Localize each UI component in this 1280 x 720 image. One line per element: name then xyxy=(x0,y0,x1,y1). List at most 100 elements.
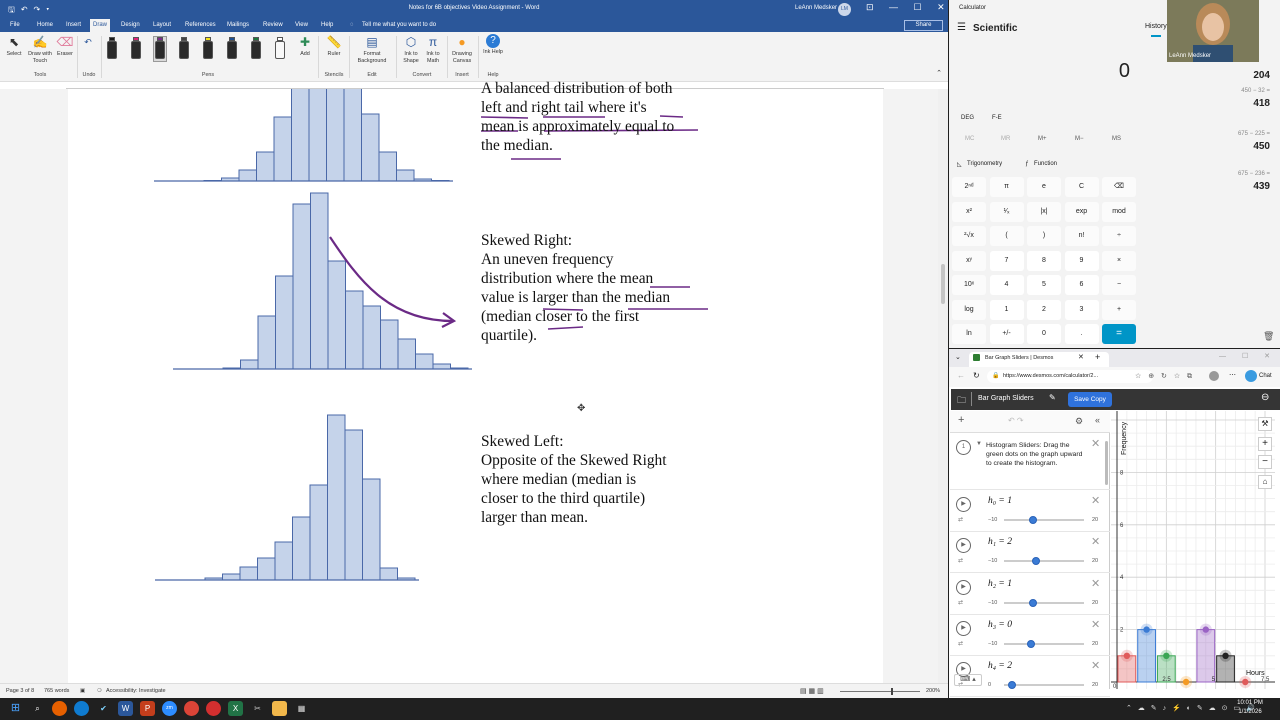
slider-min[interactable]: −10 xyxy=(988,600,997,606)
page-count[interactable]: Page 3 of 8 xyxy=(6,688,34,694)
delete-icon[interactable]: ✕ xyxy=(1091,659,1100,672)
wrench-icon[interactable]: ⚒ xyxy=(1258,417,1272,431)
tab-review[interactable]: Review xyxy=(260,21,286,29)
undo-icon[interactable]: ↶ ↷ xyxy=(1008,416,1024,425)
calc-key[interactable]: ( xyxy=(989,226,1024,246)
back-icon[interactable]: ← xyxy=(957,371,965,380)
snipping-tool-icon[interactable]: ✂ xyxy=(250,701,265,716)
zoom-in-icon[interactable]: + xyxy=(1258,437,1272,451)
delete-icon[interactable]: ✕ xyxy=(1091,577,1100,590)
word-icon[interactable]: W xyxy=(118,701,133,716)
tab-draw[interactable]: Draw xyxy=(90,19,111,32)
view-mode-icons[interactable]: ▤ ▦ ▥ xyxy=(800,687,824,695)
more-icon[interactable]: ⋯ xyxy=(1229,371,1236,379)
history-result[interactable]: 450 xyxy=(1189,141,1270,152)
calc-key[interactable]: e xyxy=(1027,177,1061,197)
zoom-level[interactable]: 200% xyxy=(926,688,940,694)
menu-icon[interactable]: ☰ xyxy=(957,22,966,33)
calc-key[interactable]: 0 xyxy=(1027,324,1061,344)
calc-key[interactable]: 3 xyxy=(1064,299,1099,320)
document-page[interactable]: A balanced distribution of both left and … xyxy=(68,80,883,683)
save-copy-button[interactable]: Save Copy xyxy=(1068,392,1112,407)
profile-icon[interactable] xyxy=(1209,371,1219,381)
ink-to-math-button[interactable]: π Ink to Math xyxy=(422,34,444,65)
calc-key[interactable]: x² xyxy=(952,201,986,222)
calc-key[interactable]: n! xyxy=(1064,226,1099,246)
search-icon[interactable]: ⌕ xyxy=(30,701,45,716)
powerpoint-icon[interactable]: P xyxy=(140,701,155,716)
zoom-slider[interactable] xyxy=(840,691,920,692)
slider-track[interactable] xyxy=(1004,639,1084,648)
calc-key[interactable]: . xyxy=(1064,324,1099,344)
format-background-button[interactable]: ▤ Format Background xyxy=(352,34,392,65)
proofing-icon[interactable]: ▣ xyxy=(80,688,85,694)
history-expression[interactable]: 675 − 225 = xyxy=(1189,131,1270,137)
calc-key[interactable]: − xyxy=(1102,275,1136,295)
slider-expression[interactable]: ▶ ⇄ h₂ = 1 ✕ −10 20 xyxy=(950,574,1110,615)
calc-key[interactable]: 4 xyxy=(989,275,1024,295)
slider-label[interactable]: h₂ = 1 xyxy=(988,579,1012,589)
slider-min[interactable]: −10 xyxy=(988,517,997,523)
tab-references[interactable]: References xyxy=(182,21,219,29)
url-text[interactable]: https://www.desmos.com/calculator/2... xyxy=(1003,373,1098,379)
slider-max[interactable]: 20 xyxy=(1092,517,1098,523)
pen-3[interactable] xyxy=(153,36,167,62)
tab-actions-icon[interactable]: ⌄ xyxy=(955,353,961,361)
zoom-app-icon[interactable]: zm xyxy=(162,701,177,716)
graph-title[interactable]: Bar Graph Sliders xyxy=(978,395,1034,402)
slider-expression[interactable]: ▶ ⇄ h₁ = 2 ✕ −10 20 xyxy=(950,532,1110,574)
pen-6[interactable] xyxy=(226,37,238,61)
history-tab[interactable]: History xyxy=(1145,23,1167,30)
tab-file[interactable]: File xyxy=(7,21,23,29)
home-icon[interactable]: ⌂ xyxy=(1258,475,1272,489)
tab-mailings[interactable]: Mailings xyxy=(224,21,252,29)
tab-view[interactable]: View xyxy=(292,21,311,29)
calc-key[interactable]: 9 xyxy=(1064,250,1099,271)
calc-key[interactable]: exp xyxy=(1064,201,1099,222)
slider-handle[interactable] xyxy=(1008,681,1016,690)
zoom-out-icon[interactable]: − xyxy=(1258,455,1272,469)
edit-title-icon[interactable]: ✎ xyxy=(1049,393,1056,402)
slider-max[interactable]: 20 xyxy=(1092,558,1098,564)
slider-max[interactable]: 20 xyxy=(1092,682,1098,688)
slider-handle[interactable] xyxy=(1026,639,1035,648)
slider-handle[interactable] xyxy=(1029,516,1038,524)
calc-key[interactable]: 5 xyxy=(1027,275,1061,295)
clock-date[interactable]: 1/1/2026 xyxy=(1232,709,1268,715)
calc-key[interactable]: × xyxy=(1102,250,1136,271)
trash-icon[interactable]: 🗑 xyxy=(1263,331,1274,342)
options-icon[interactable]: ⊖ xyxy=(1261,392,1269,403)
tell-me-search[interactable]: Tell me what you want to do xyxy=(359,21,439,29)
delete-icon[interactable]: ✕ xyxy=(1091,535,1100,548)
slider-min[interactable]: 0 xyxy=(988,682,991,688)
bar-chart[interactable]: 24682.5 5 7.50FrequencyHours xyxy=(1111,411,1275,690)
calc-key[interactable]: ln xyxy=(952,324,986,344)
trigonometry-dropdown[interactable]: Trigonometry xyxy=(967,161,1002,167)
history-expression[interactable]: 675 − 236 = xyxy=(1189,171,1270,177)
close-tab-icon[interactable]: ✕ xyxy=(1078,353,1084,361)
slider-min[interactable]: −10 xyxy=(988,558,997,564)
history-expression[interactable]: 450 − 32 = xyxy=(1189,88,1270,94)
graph-paper[interactable]: 2 4 6 8 2.5 5 7.5 0 Frequency Hours ⚒ + − ⌂ xyxy=(1111,411,1275,690)
history-result[interactable]: 204 xyxy=(1189,70,1270,81)
edge-icon[interactable] xyxy=(74,701,89,716)
note-text[interactable]: Histogram Sliders: Drag the green dots o… xyxy=(986,441,1086,468)
calc-key[interactable]: = xyxy=(1102,324,1136,344)
loop-icon[interactable]: ⇄ xyxy=(958,557,963,564)
pen-1[interactable] xyxy=(106,37,118,61)
copilot-icon[interactable] xyxy=(1245,370,1257,382)
new-tab-icon[interactable]: + xyxy=(1095,352,1100,362)
zoom-slider-thumb[interactable] xyxy=(891,688,893,695)
memory-store[interactable]: MS xyxy=(1112,136,1121,142)
loop-icon[interactable]: ⇄ xyxy=(958,516,963,523)
loop-icon[interactable]: ⇄ xyxy=(958,640,963,647)
calc-key[interactable]: 8 xyxy=(1027,250,1061,271)
calc-key[interactable]: ÷ xyxy=(1102,226,1136,246)
add-expression-icon[interactable]: + xyxy=(958,414,964,426)
play-icon[interactable]: ▶ xyxy=(956,497,971,512)
calc-key[interactable]: π xyxy=(989,177,1024,197)
avatar[interactable]: LM xyxy=(838,3,851,16)
screen-recorder-icon[interactable] xyxy=(206,701,221,716)
tab-design[interactable]: Design xyxy=(118,21,143,29)
deg-toggle[interactable]: DEG xyxy=(961,115,974,121)
